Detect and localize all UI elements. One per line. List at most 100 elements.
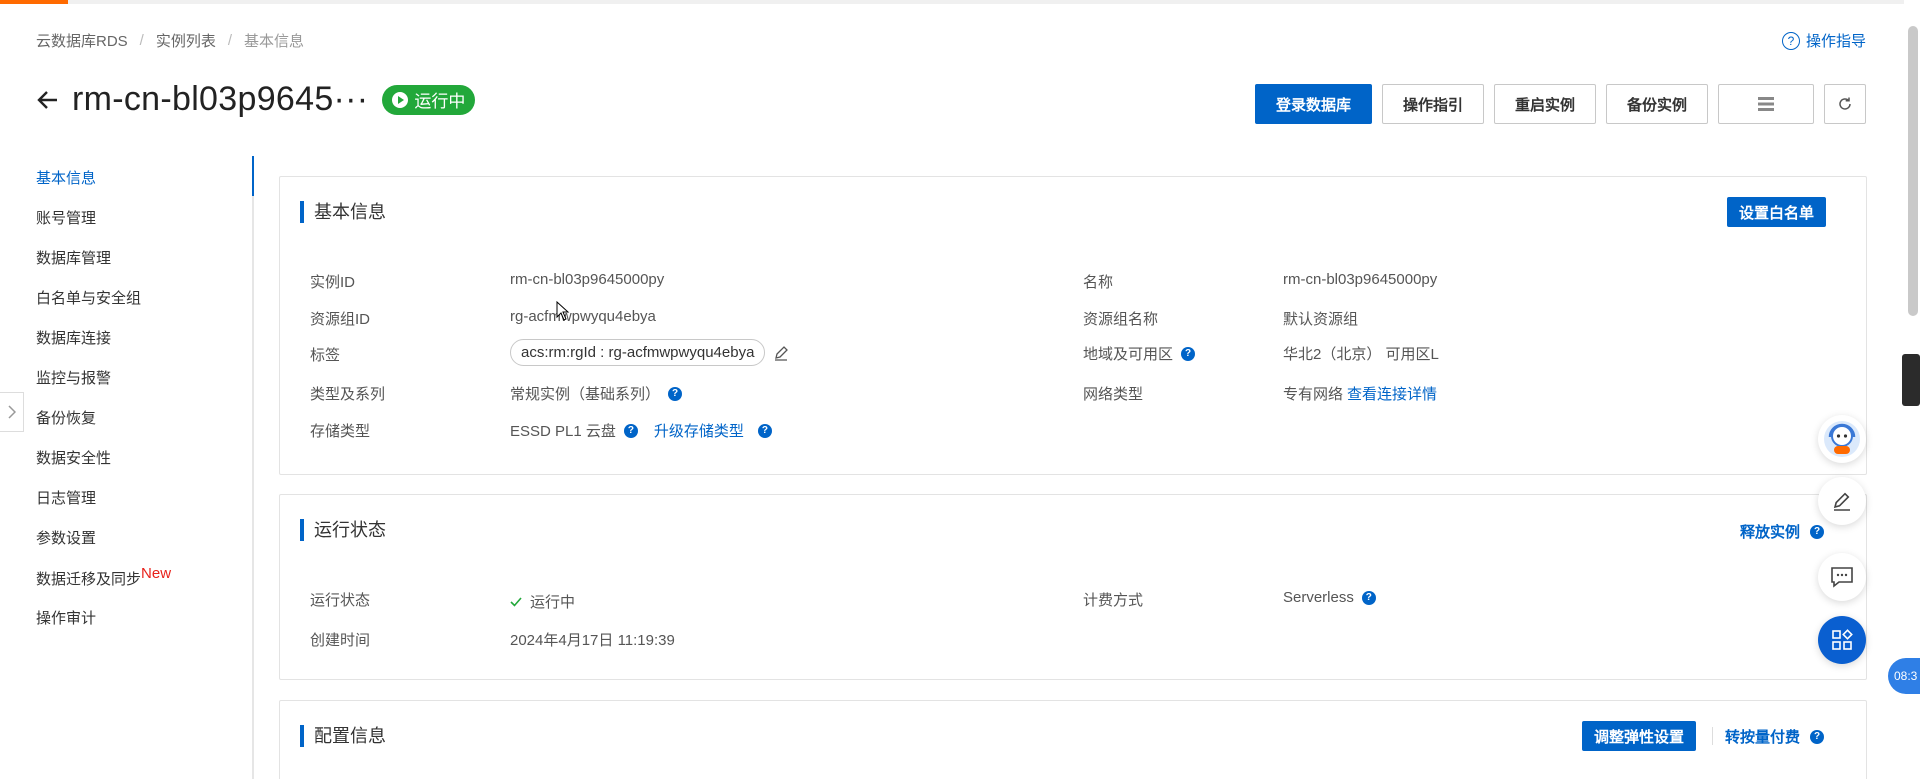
type-value: 常规实例（基础系列）: [510, 386, 661, 403]
chat-button[interactable]: [1818, 553, 1866, 601]
scrollbar-thumb[interactable]: [1908, 26, 1918, 316]
type-field: 常规实例（基础系列） ?: [510, 383, 683, 404]
help-icon[interactable]: ?: [668, 386, 683, 401]
new-badge: New: [141, 565, 172, 582]
refresh-button[interactable]: [1824, 84, 1866, 124]
instance-id-value: rm-cn-bl03p9645000py: [510, 271, 665, 288]
chat-icon: [1831, 567, 1853, 588]
sidebar-item-monitoring[interactable]: 监控与报警: [36, 367, 111, 391]
network-type-label: 网络类型: [1083, 386, 1144, 403]
breadcrumb-instance-list[interactable]: 实例列表: [156, 30, 216, 51]
sidebar-item-basic-info[interactable]: 基本信息: [36, 167, 96, 191]
name-label: 名称: [1083, 274, 1114, 291]
resource-group-name-label: 资源组名称: [1083, 311, 1159, 328]
list-icon: [1758, 97, 1774, 111]
page-title: rm-cn-bl03p9645···: [72, 80, 369, 118]
adjust-elastic-button[interactable]: 调整弹性设置: [1581, 721, 1696, 751]
set-whitelist-button[interactable]: 设置白名单: [1726, 197, 1826, 227]
sidebar-item-logs[interactable]: 日志管理: [36, 487, 96, 511]
resource-group-name-value: 默认资源组: [1283, 311, 1359, 328]
billing-label: 计费方式: [1083, 592, 1144, 609]
sidebar-collapse-toggle[interactable]: [0, 392, 24, 432]
help-icon[interactable]: ?: [1361, 590, 1376, 605]
title-row: rm-cn-bl03p9645··· 运行中: [34, 80, 476, 119]
sidebar-item-databases[interactable]: 数据库管理: [36, 247, 111, 271]
sidebar-item-audit[interactable]: 操作审计: [36, 607, 96, 631]
back-arrow-icon[interactable]: [34, 86, 62, 114]
basic-info-title: 基本信息: [300, 201, 386, 223]
breadcrumb-current: 基本信息: [244, 33, 305, 50]
sidebar-item-connection[interactable]: 数据库连接: [36, 327, 111, 351]
name-value: rm-cn-bl03p9645000py: [1283, 271, 1438, 288]
storage-type-label: 存储类型: [310, 423, 371, 440]
help-icon[interactable]: ?: [1810, 729, 1824, 744]
created-time-label: 创建时间: [310, 632, 371, 649]
storage-type-value: ESSD PL1 云盘: [510, 423, 616, 440]
time-chip[interactable]: 08:3: [1888, 658, 1920, 694]
created-time-value: 2024年4月17日 11:19:39: [510, 632, 675, 649]
refresh-icon: [1839, 97, 1851, 110]
help-icon[interactable]: ?: [757, 423, 772, 438]
feedback-edit-button[interactable]: [1818, 477, 1866, 525]
assistant-avatar-icon: [1824, 421, 1860, 457]
run-status-card: 运行状态 释放实例 ? 运行状态 运行中 创建时间 2024年4月17日 11:…: [279, 494, 1867, 680]
basic-info-card: 基本信息 设置白名单 实例ID rm-cn-bl03p9645000py 资源组…: [279, 176, 1867, 475]
restart-instance-button[interactable]: 重启实例: [1493, 84, 1596, 124]
breadcrumb-separator: /: [227, 32, 233, 49]
edit-icon[interactable]: [773, 345, 789, 361]
pay-as-you-go-label: 转按量付费: [1724, 729, 1800, 746]
login-database-button[interactable]: 登录数据库: [1254, 84, 1372, 124]
network-type-value: 专有网络: [1283, 386, 1344, 403]
view-connection-link[interactable]: 查看连接详情: [1347, 383, 1437, 404]
sidebar-item-security[interactable]: 数据安全性: [36, 447, 111, 471]
side-widget[interactable]: [1902, 354, 1920, 406]
instance-id-label: 实例ID: [310, 274, 356, 291]
sidebar-item-migration-label: 数据迁移及同步: [36, 571, 142, 588]
sidebar-active-indicator: [252, 156, 254, 196]
run-status-field: 运行中: [510, 591, 575, 612]
help-guide-link[interactable]: ? 操作指导: [1781, 30, 1866, 51]
question-circle-icon: ?: [1781, 31, 1800, 50]
sidebar-item-accounts[interactable]: 账号管理: [36, 207, 96, 231]
resource-group-id-label: 资源组ID: [310, 311, 371, 328]
assistant-avatar-button[interactable]: [1818, 415, 1866, 463]
config-title: 配置信息: [300, 725, 386, 747]
sidebar-item-params[interactable]: 参数设置: [36, 527, 96, 551]
region-label-group: 地域及可用区 ?: [1083, 343, 1196, 364]
tag-field: acs:rm:rgId : rg-acfmwpwyqu4ebya: [510, 339, 789, 366]
sidebar-item-migration[interactable]: 数据迁移及同步New: [36, 565, 172, 592]
apps-grid-icon: [1832, 629, 1853, 650]
upgrade-storage-link[interactable]: 升级存储类型: [654, 420, 744, 441]
help-icon[interactable]: ?: [623, 423, 638, 438]
status-badge: 运行中: [382, 84, 476, 115]
release-instance-link[interactable]: 释放实例 ?: [1740, 521, 1824, 542]
top-bar: [0, 0, 1920, 4]
config-card: 配置信息 调整弹性设置 转按量付费 ?: [279, 700, 1867, 779]
run-status-value: 运行中: [530, 594, 576, 611]
help-guide-label: 操作指导: [1805, 33, 1866, 50]
run-status-label: 运行状态: [310, 592, 371, 609]
edit-icon: [1833, 492, 1850, 511]
tag-chip[interactable]: acs:rm:rgId : rg-acfmwpwyqu4ebya: [510, 339, 766, 366]
apps-button[interactable]: [1818, 616, 1866, 664]
pay-as-you-go-link[interactable]: 转按量付费 ?: [1725, 726, 1824, 747]
help-icon[interactable]: ?: [1181, 346, 1196, 361]
tag-label: 标签: [310, 347, 341, 364]
sidebar-item-whitelist[interactable]: 白名单与安全组: [36, 287, 141, 311]
mouse-cursor-icon: [556, 301, 570, 321]
region-label: 地域及可用区: [1083, 346, 1174, 363]
billing-value: Serverless: [1283, 589, 1354, 606]
more-menu-button[interactable]: [1718, 84, 1814, 124]
run-status-title: 运行状态: [300, 519, 386, 541]
status-badge-label: 运行中: [414, 92, 466, 111]
sidebar-item-backup[interactable]: 备份恢复: [36, 407, 96, 431]
backup-instance-button[interactable]: 备份实例: [1605, 84, 1708, 124]
release-instance-label: 释放实例: [1739, 524, 1800, 541]
header-actions: 登录数据库 操作指引 重启实例 备份实例: [1254, 84, 1866, 124]
help-icon[interactable]: ?: [1810, 524, 1824, 539]
network-type-field: 专有网络 查看连接详情: [1283, 383, 1437, 404]
resource-group-id-value: rg-acfmwpwyqu4ebya: [510, 308, 656, 325]
breadcrumb-rds[interactable]: 云数据库RDS: [36, 30, 128, 51]
breadcrumb-separator: /: [139, 32, 144, 49]
guide-button[interactable]: 操作指引: [1381, 84, 1484, 124]
